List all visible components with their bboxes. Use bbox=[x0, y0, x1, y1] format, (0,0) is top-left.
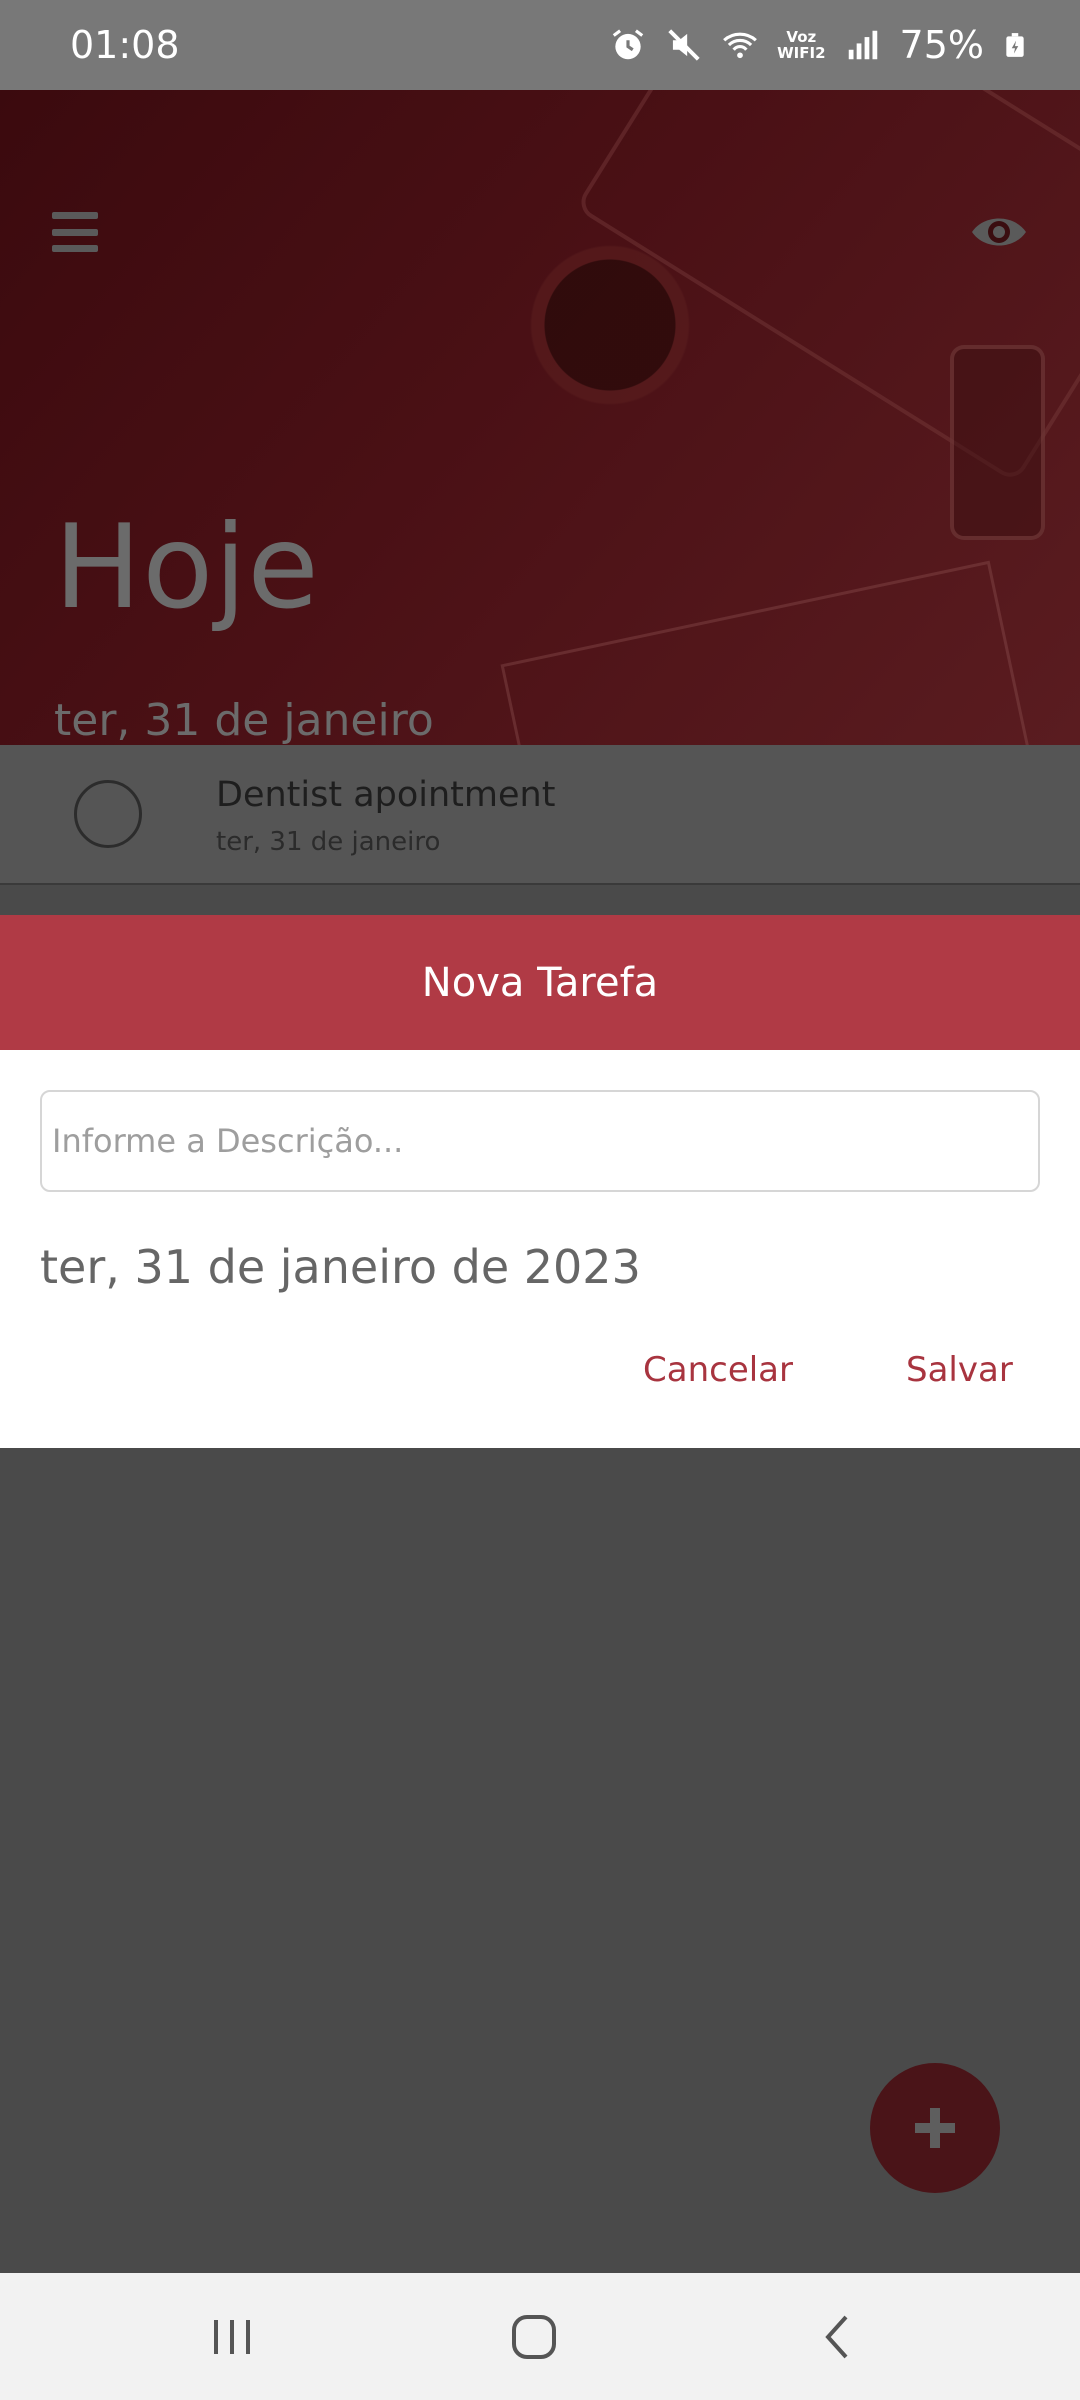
cancel-button[interactable]: Cancelar bbox=[643, 1350, 793, 1390]
back-button[interactable] bbox=[812, 2311, 864, 2363]
background-notebook-image bbox=[500, 560, 1040, 745]
wifi-icon bbox=[723, 32, 758, 59]
task-title: Dentist apointment bbox=[216, 775, 556, 815]
task-row[interactable]: Dentist apointment ter, 31 de janeiro bbox=[0, 745, 1080, 885]
voz-label: Voz bbox=[786, 28, 817, 46]
menu-icon[interactable] bbox=[52, 212, 98, 252]
alarm-icon bbox=[612, 29, 644, 60]
recent-apps-button[interactable] bbox=[206, 2311, 258, 2363]
page-title: Hoje bbox=[54, 500, 320, 635]
eye-icon[interactable] bbox=[970, 210, 1028, 254]
back-icon bbox=[825, 2315, 848, 2359]
home-button[interactable] bbox=[508, 2311, 560, 2363]
recent-apps-icon bbox=[214, 2320, 250, 2354]
dialog-date[interactable]: ter, 31 de janeiro de 2023 bbox=[40, 1240, 641, 1294]
wifi2-label: WIFI2 bbox=[777, 44, 826, 62]
battery-icon bbox=[1006, 33, 1024, 57]
voz-wifi-indicator: Voz WIFI2 bbox=[777, 29, 825, 61]
status-bar: 01:08 Voz WIFI2 75% bbox=[0, 0, 1080, 90]
home-icon bbox=[512, 2315, 556, 2359]
task-checkbox[interactable] bbox=[74, 780, 142, 848]
task-date: ter, 31 de janeiro bbox=[216, 827, 441, 857]
page-date: ter, 31 de janeiro bbox=[54, 695, 434, 745]
system-nav-bar bbox=[0, 2273, 1080, 2400]
background-phone-image bbox=[950, 345, 1045, 540]
save-button[interactable]: Salvar bbox=[906, 1350, 1013, 1390]
header-banner: Hoje ter, 31 de janeiro bbox=[0, 90, 1080, 745]
plus-icon bbox=[915, 2108, 955, 2148]
battery-percent: 75% bbox=[899, 23, 984, 67]
dialog-title-text: Nova Tarefa bbox=[421, 959, 659, 1006]
mute-icon bbox=[668, 29, 700, 61]
signal-icon bbox=[848, 30, 877, 60]
dialog-title: Nova Tarefa bbox=[0, 915, 1080, 1050]
status-icons: Voz WIFI2 75% bbox=[609, 23, 1028, 67]
new-task-dialog: ter, 31 de janeiro de 2023 Cancelar Salv… bbox=[0, 1050, 1080, 1448]
description-input[interactable] bbox=[40, 1090, 1040, 1192]
status-time: 01:08 bbox=[70, 23, 180, 67]
add-task-button[interactable] bbox=[870, 2063, 1000, 2193]
